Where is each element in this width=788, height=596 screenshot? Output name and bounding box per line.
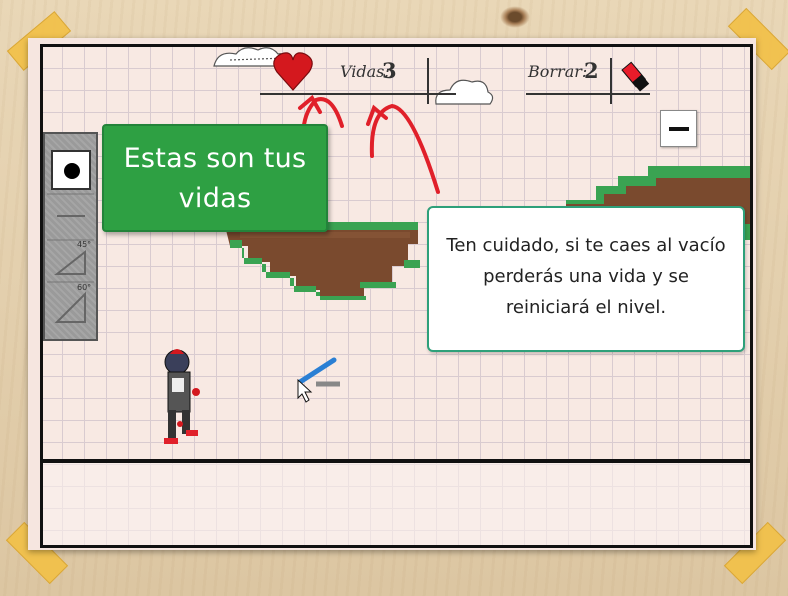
line-tool[interactable] [51,196,91,236]
angle-45-label: 45° [77,240,92,249]
minimize-button[interactable] [660,110,697,147]
erase-label: Borrar: [528,62,588,81]
lives-tutorial-callout: Estas son tus vidas [102,124,328,232]
tool-palette: 45° 60° [43,132,98,341]
frame-divider [40,459,753,463]
angle-60-label: 60° [77,283,92,292]
minus-icon [669,127,689,131]
lives-counter: 3 [382,58,397,83]
erase-counter: 2 [584,58,599,83]
fall-warning-callout: Ten cuidado, si te caes al vacío perderá… [427,206,745,352]
